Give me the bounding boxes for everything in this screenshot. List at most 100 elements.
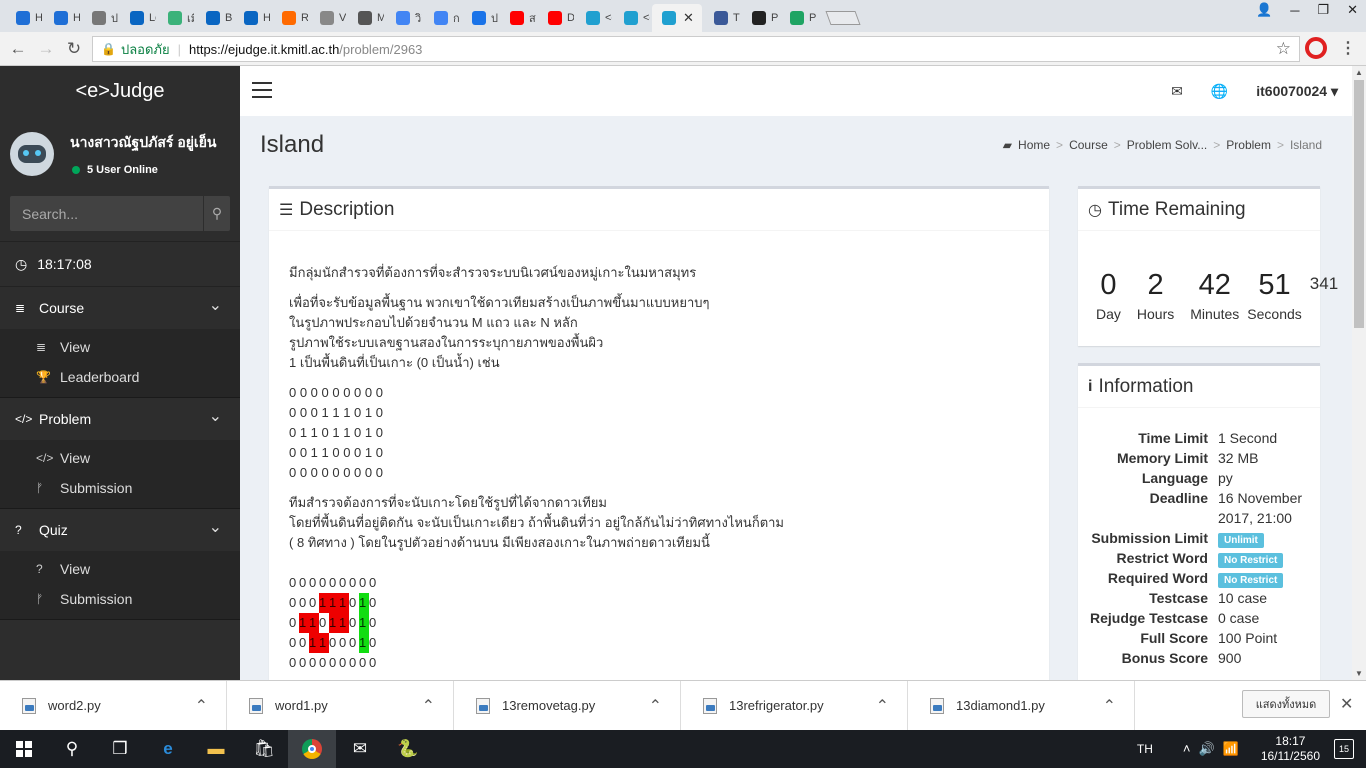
edge-icon[interactable]: e	[144, 730, 192, 768]
show-all-downloads-button[interactable]: แสดงทั้งหมด	[1242, 690, 1330, 718]
download-item[interactable]: 13diamond1.py ⌃	[908, 680, 1135, 731]
mail-icon[interactable]: ✉	[1171, 83, 1183, 100]
grid-cell: 1	[339, 613, 349, 633]
browser-tab[interactable]: วิธี	[386, 4, 422, 32]
user-profile-icon[interactable]: 👤	[1256, 2, 1272, 18]
browser-tab[interactable]: DJ	[538, 4, 574, 32]
sidebar-item-view[interactable]: ≣ View	[0, 332, 240, 362]
scrollbar-thumb[interactable]	[1354, 80, 1364, 328]
sidebar-item-submission[interactable]: ᚠ Submission	[0, 473, 240, 503]
maximize-icon[interactable]: ❐	[1317, 2, 1329, 18]
browser-tab[interactable]: Ma	[348, 4, 384, 32]
close-icon[interactable]: ✕	[1347, 2, 1358, 18]
info-value: No Restrict	[1218, 548, 1308, 568]
minimize-icon[interactable]: ─	[1290, 3, 1299, 18]
browser-tab[interactable]: Ver	[310, 4, 346, 32]
sidebar-section-quiz[interactable]: ? Quiz ⌄	[0, 509, 240, 551]
browser-tab[interactable]: PSU	[780, 4, 816, 32]
chevron-up-icon[interactable]: ⌃	[195, 696, 208, 716]
close-tab-icon[interactable]: ✕	[683, 10, 694, 26]
sidebar-item-submission[interactable]: ᚠ Submission	[0, 584, 240, 614]
tray-icons[interactable]: ˄🔊📶	[1183, 741, 1247, 757]
tab-title: PSU	[809, 12, 816, 24]
url-field[interactable]: 🔒 ปลอดภัย | https://ejudge.it.kmitl.ac.t…	[92, 36, 1300, 62]
chevron-up-icon[interactable]: ⌃	[876, 696, 889, 716]
bookmark-star-icon[interactable]: ☆	[1276, 39, 1291, 59]
download-item[interactable]: 13refrigerator.py ⌃	[681, 680, 908, 731]
close-download-bar-icon[interactable]: ✕	[1340, 694, 1353, 714]
chevron-down-icon[interactable]: ⌄	[209, 517, 222, 537]
search-icon[interactable]: ⚲	[48, 730, 96, 768]
opera-extension-icon[interactable]	[1305, 37, 1327, 59]
sidebar-section-problem[interactable]: </> Problem ⌄	[0, 398, 240, 440]
chevron-up-icon[interactable]: ⌃	[422, 696, 435, 716]
browser-menu-icon[interactable]: ⋮	[1340, 38, 1356, 58]
forward-icon[interactable]: →	[32, 39, 60, 59]
grid-cell: 1	[319, 593, 329, 613]
store-icon[interactable]: 🛍	[240, 730, 288, 768]
browser-tab[interactable]: ✕	[652, 4, 702, 32]
browser-tab[interactable]: ปรั	[462, 4, 498, 32]
globe-icon[interactable]: 🌐	[1211, 83, 1228, 100]
input-language[interactable]: TH	[1137, 742, 1153, 756]
download-item[interactable]: 13removetag.py ⌃	[454, 680, 681, 731]
info-value: 0 case	[1218, 610, 1260, 626]
page-scrollbar[interactable]: ▲ ▼	[1352, 66, 1366, 680]
grid-cell: 0	[369, 575, 377, 590]
browser-tab[interactable]: Tha	[704, 4, 740, 32]
download-item[interactable]: word1.py ⌃	[227, 680, 454, 731]
breadcrumb-separator: >	[1056, 138, 1064, 152]
reload-icon[interactable]: ↻	[60, 39, 88, 59]
brand-logo[interactable]: <e>Judge	[0, 66, 240, 116]
info-row: Bonus Score 900	[1078, 648, 1320, 668]
browser-tab[interactable]: เมือ	[158, 4, 194, 32]
breadcrumb-item[interactable]: Problem Solv...	[1127, 138, 1207, 152]
grid-row: 011011010	[289, 613, 1029, 633]
sidebar-section-course[interactable]: ≣ Course ⌄	[0, 287, 240, 329]
grid-cell: 0	[299, 655, 307, 670]
sidebar-item-view[interactable]: </> View	[0, 443, 240, 473]
search-icon[interactable]: ⚲	[203, 196, 230, 231]
browser-tab[interactable]: <e	[576, 4, 612, 32]
taskbar-clock[interactable]: 18:17 16/11/2560	[1261, 734, 1320, 764]
info-value: 32 MB	[1218, 450, 1259, 466]
map-icon	[168, 11, 182, 25]
list-icon: ≣	[36, 340, 47, 354]
breadcrumb-item[interactable]: Problem	[1226, 138, 1271, 152]
task-view-icon[interactable]: ❒	[96, 730, 144, 768]
browser-tab[interactable]: Bo	[196, 4, 232, 32]
user-dropdown[interactable]: it60070024 ▾	[1256, 83, 1338, 100]
download-item[interactable]: word2.py ⌃	[0, 680, 227, 731]
browser-tab[interactable]: PSU	[742, 4, 778, 32]
chrome-icon[interactable]	[288, 730, 336, 768]
python-icon[interactable]: 🐍	[384, 730, 432, 768]
start-button[interactable]	[0, 730, 48, 768]
chevron-down-icon[interactable]: ⌄	[209, 406, 222, 426]
browser-tab[interactable]: การ	[424, 4, 460, 32]
breadcrumb-item[interactable]: Home	[1018, 138, 1050, 152]
notification-center-icon[interactable]: 15	[1334, 739, 1354, 759]
sidebar-item-leaderboard[interactable]: 🏆 Leaderboard	[0, 362, 240, 392]
chevron-up-icon[interactable]: ⌃	[649, 696, 662, 716]
breadcrumb-item[interactable]: Course	[1069, 138, 1108, 152]
browser-tab[interactable]: Lea	[120, 4, 156, 32]
sidebar-item-view[interactable]: ? View	[0, 554, 240, 584]
browser-tab[interactable]: Ha	[6, 4, 42, 32]
browser-tab[interactable]: ประ	[82, 4, 118, 32]
hamburger-menu-icon[interactable]	[252, 82, 272, 103]
new-tab-button[interactable]	[825, 11, 861, 25]
search-input[interactable]	[10, 196, 203, 231]
browser-tab[interactable]: สอน	[500, 4, 536, 32]
grid-cell: 0	[319, 575, 327, 590]
browser-tab[interactable]: <e	[614, 4, 650, 32]
chevron-up-icon[interactable]: ⌃	[1103, 696, 1116, 716]
browser-tab[interactable]: Ha	[44, 4, 80, 32]
mail-icon[interactable]: ✉	[336, 730, 384, 768]
file-explorer-icon[interactable]: ▬	[192, 730, 240, 768]
browser-tab[interactable]: Ro	[272, 4, 308, 32]
grid-cell: 1	[329, 593, 339, 613]
window-controls: 👤 ─ ❐ ✕	[1256, 0, 1358, 20]
back-icon[interactable]: ←	[4, 39, 32, 59]
chevron-down-icon[interactable]: ⌄	[209, 295, 222, 315]
browser-tab[interactable]: HTI	[234, 4, 270, 32]
